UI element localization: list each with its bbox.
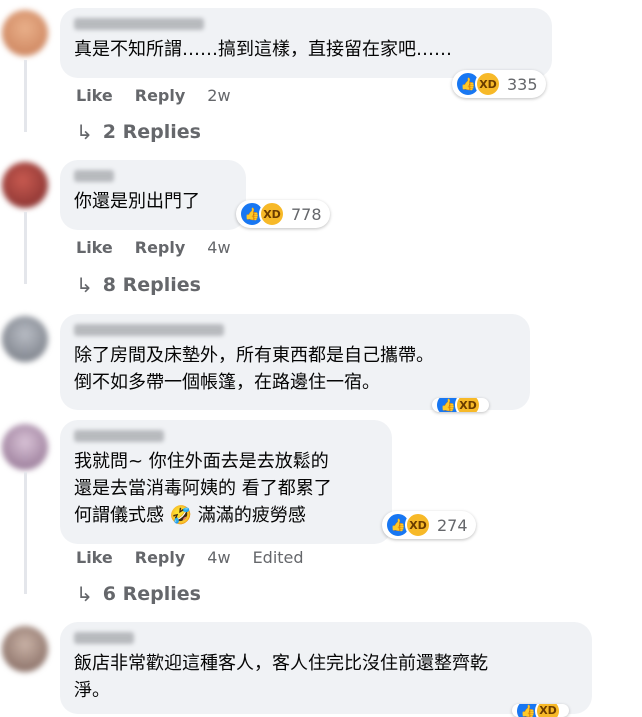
reaction-count: 778 xyxy=(291,204,322,224)
comment-bubble: 除了房間及床墊外，所有東西都是自己攜帶。 倒不如多帶一個帳篷，在路邊住一宿。 xyxy=(60,314,530,410)
replies-count: 8 Replies xyxy=(102,274,201,296)
comment-bubble: 我就問~ 你住外面去是去放鬆的 還是去當消毒阿姨的 看了都累了 何謂儀式感 🤣 … xyxy=(60,420,392,544)
comment-text: 真是不知所謂……搞到這樣，直接留在家吧…… xyxy=(74,39,452,60)
comment-text: 我就問~ 你住外面去是去放鬆的 還是去當消毒阿姨的 看了都累了 何謂儀式感 🤣 … xyxy=(74,451,332,526)
commenter-name[interactable] xyxy=(74,430,164,442)
haha-reaction-icon: XD xyxy=(405,512,431,538)
commenter-name[interactable] xyxy=(74,18,204,30)
reaction-summary[interactable]: 👍 XD 778 xyxy=(236,200,330,228)
reply-arrow-icon: ↳ xyxy=(76,273,93,297)
comment-time[interactable]: 2w xyxy=(207,86,230,105)
thread-line xyxy=(24,212,27,284)
thread-line xyxy=(24,60,27,132)
reply-arrow-icon: ↳ xyxy=(76,120,93,144)
haha-reaction-icon: XD xyxy=(455,398,481,412)
replies-count: 6 Replies xyxy=(102,583,201,605)
commenter-name[interactable] xyxy=(74,632,134,644)
comment-bubble: 你還是別出門了 xyxy=(60,160,246,230)
haha-reaction-icon: XD xyxy=(259,201,285,227)
reaction-summary[interactable]: 👍 XD 335 xyxy=(452,70,546,98)
view-replies-link[interactable]: ↳ 8 Replies xyxy=(76,273,201,297)
reaction-summary[interactable]: 👍 XD xyxy=(432,398,489,412)
comment-time[interactable]: 4w xyxy=(207,548,230,567)
reaction-summary[interactable]: 👍 XD xyxy=(512,704,569,717)
reply-arrow-icon: ↳ xyxy=(76,582,93,606)
comment-actions: Like Reply 4w xyxy=(76,238,231,257)
avatar[interactable] xyxy=(2,10,48,56)
avatar[interactable] xyxy=(2,626,48,672)
reaction-count: 335 xyxy=(507,74,538,94)
like-button[interactable]: Like xyxy=(76,548,113,567)
commenter-name[interactable] xyxy=(74,170,114,182)
reply-button[interactable]: Reply xyxy=(135,86,186,105)
reaction-count: 274 xyxy=(437,515,468,535)
view-replies-link[interactable]: ↳ 2 Replies xyxy=(76,120,201,144)
reaction-summary[interactable]: 👍 XD 274 xyxy=(382,511,476,539)
avatar[interactable] xyxy=(2,316,48,362)
comment-time[interactable]: 4w xyxy=(207,238,230,257)
comment-actions: Like Reply 4w Edited xyxy=(76,548,304,567)
comment-text: 你還是別出門了 xyxy=(74,191,200,212)
replies-count: 2 Replies xyxy=(102,121,201,143)
comment-bubble: 真是不知所謂……搞到這樣，直接留在家吧…… xyxy=(60,8,552,78)
comment-text: 飯店非常歡迎這種客人，客人住完比沒住前還整齊乾 淨。 xyxy=(74,653,488,701)
commenter-name[interactable] xyxy=(74,324,224,336)
view-replies-link[interactable]: ↳ 6 Replies xyxy=(76,582,201,606)
like-button[interactable]: Like xyxy=(76,238,113,257)
comment-actions: Like Reply 2w xyxy=(76,86,231,105)
thread-line xyxy=(24,472,27,594)
reply-button[interactable]: Reply xyxy=(135,238,186,257)
haha-reaction-icon: XD xyxy=(535,704,561,717)
comment-text: 除了房間及床墊外，所有東西都是自己攜帶。 倒不如多帶一個帳篷，在路邊住一宿。 xyxy=(74,345,434,393)
avatar[interactable] xyxy=(2,162,48,208)
like-button[interactable]: Like xyxy=(76,86,113,105)
avatar[interactable] xyxy=(2,424,48,470)
reply-button[interactable]: Reply xyxy=(135,548,186,567)
comment-bubble: 飯店非常歡迎這種客人，客人住完比沒住前還整齊乾 淨。 xyxy=(60,622,592,714)
haha-reaction-icon: XD xyxy=(475,71,501,97)
edited-label[interactable]: Edited xyxy=(253,548,304,567)
